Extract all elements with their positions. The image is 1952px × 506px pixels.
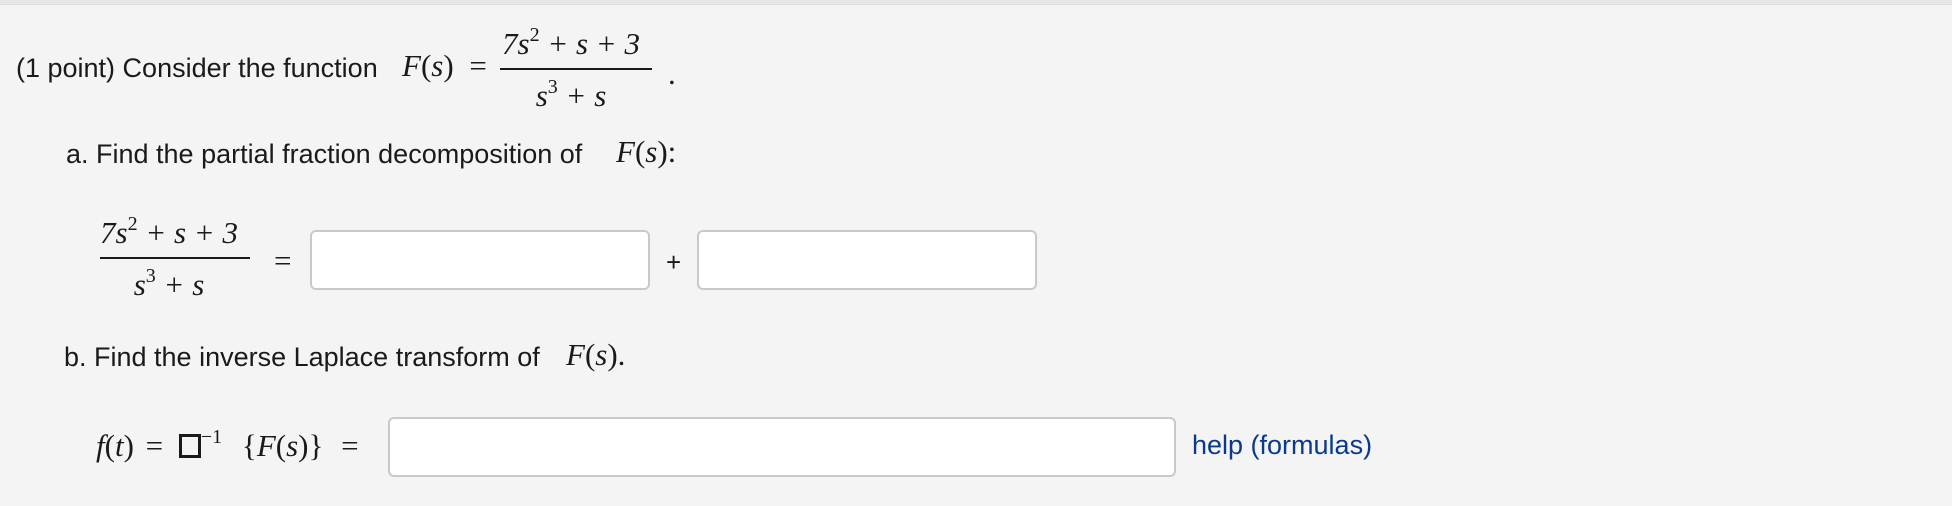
part-a-prompt-text: a. Find the partial fraction decompositi… (66, 139, 583, 169)
part-a-func-var: s (645, 134, 658, 169)
num-exp: 2 (529, 24, 540, 46)
part-a-plus: + (666, 247, 682, 277)
top-divider (0, 0, 1952, 5)
brace-close: } (308, 428, 324, 463)
equals-sign: = (469, 48, 487, 83)
fraction-numerator: 7s2 + s + 3 (502, 24, 640, 62)
rhs-func-var: s (286, 428, 299, 463)
pa-den-exp: 3 (145, 265, 156, 287)
function-var: s (431, 48, 444, 83)
lhs-equals: = (145, 428, 164, 463)
help-formulas-link[interactable]: help (formulas) (1192, 430, 1372, 461)
problem-intro-text: (1 point) Consider the function (16, 53, 378, 83)
lhs-t: t (114, 428, 124, 463)
part-a-suffix: : (667, 134, 677, 169)
part-a-fraction-bar (100, 257, 250, 259)
inverse-exponent: −1 (200, 426, 223, 448)
pa-num-exp: 2 (127, 213, 138, 235)
inverse-laplace-expression: f(t) = −1 {F(s)} = (96, 426, 359, 463)
answer-input-a1[interactable] (310, 230, 650, 290)
part-a-prompt: a. Find the partial fraction decompositi… (66, 138, 582, 170)
function-name: F (402, 48, 421, 83)
part-a-equals: = (274, 243, 292, 278)
part-b-suffix: . (617, 337, 626, 372)
fraction-bar (500, 68, 652, 70)
answer-input-b[interactable] (388, 417, 1176, 477)
part-a-fraction: 7s2 + s + 3 s3 + s (100, 213, 250, 303)
num-lead: 7s (502, 26, 530, 61)
den-rest: + s (557, 78, 607, 113)
part-b-func-name: F (566, 337, 585, 372)
lhs-f: f (96, 428, 105, 463)
laplace-operator-icon (178, 434, 201, 458)
pa-num-rest: + s + 3 (137, 215, 238, 250)
part-b-func-var: s (595, 337, 608, 372)
period: . (668, 56, 676, 91)
rhs-func-name: F (256, 428, 276, 463)
part-a-func-name: F (616, 134, 635, 169)
part-a-denominator: s3 + s (133, 265, 205, 303)
fraction-denominator: s3 + s (535, 76, 607, 114)
part-b-prompt: b. Find the inverse Laplace transform of (64, 341, 540, 373)
den-lead: s (535, 78, 548, 113)
answer-input-a2[interactable] (697, 230, 1037, 290)
num-rest: + s + 3 (539, 26, 640, 61)
rhs-equals: = (341, 428, 359, 463)
part-b-prompt-text: b. Find the inverse Laplace transform of (64, 342, 540, 372)
part-a-numerator: 7s2 + s + 3 (100, 213, 238, 251)
pa-num-lead: 7s (100, 215, 128, 250)
part-b-function: F(s). (566, 337, 626, 372)
den-exp: 3 (547, 76, 558, 98)
function-lhs: F(s) = (402, 48, 487, 83)
function-fraction: 7s2 + s + 3 s3 + s (500, 24, 652, 114)
part-a-function: F(s): (616, 134, 677, 169)
pa-den-rest: + s (155, 267, 205, 302)
problem-intro: (1 point) Consider the function (16, 52, 378, 84)
pa-den-lead: s (133, 267, 146, 302)
brace-open: { (241, 428, 257, 463)
